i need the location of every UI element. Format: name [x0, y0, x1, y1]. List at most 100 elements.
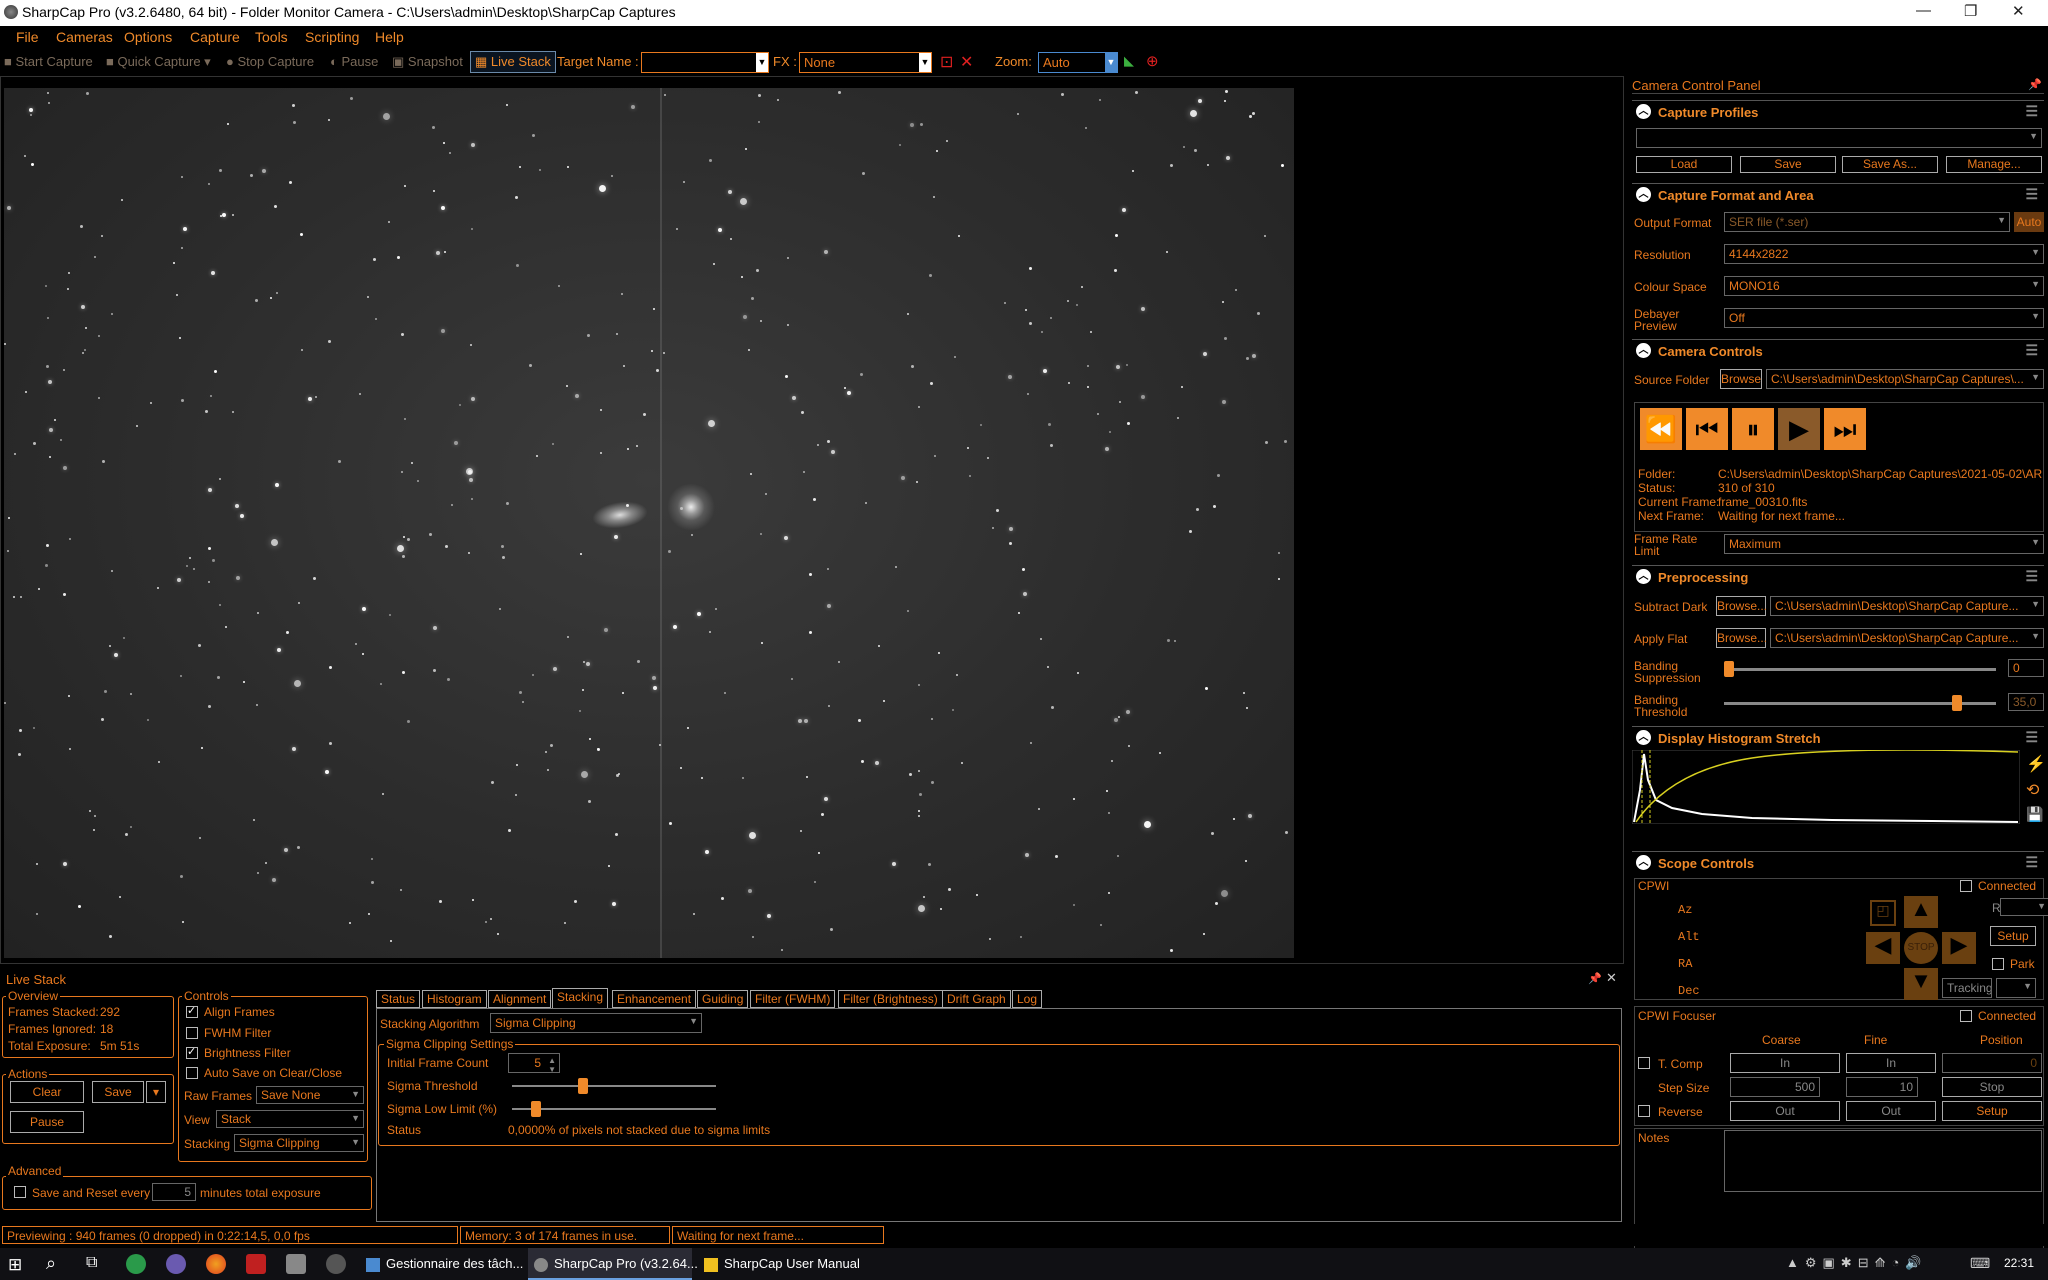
- rate-select[interactable]: ▼: [2000, 898, 2048, 916]
- fx-select[interactable]: None ▼: [799, 52, 932, 73]
- save-reset-checkbox[interactable]: [14, 1186, 26, 1198]
- collapse-icon[interactable]: ︿: [1636, 730, 1651, 745]
- menu-cameras[interactable]: Cameras: [56, 29, 113, 45]
- fine-in-button[interactable]: In: [1846, 1053, 1936, 1073]
- task-view-icon[interactable]: ⧉: [86, 1254, 97, 1272]
- pin-icon[interactable]: 📌: [2028, 78, 2042, 91]
- pin-icon[interactable]: 📌: [1588, 972, 1602, 985]
- browse-source-button[interactable]: Browse: [1720, 369, 1762, 389]
- coarse-in-button[interactable]: In: [1730, 1053, 1840, 1073]
- snapshot-button[interactable]: ▣ Snapshot: [392, 54, 463, 70]
- clear-stack-button[interactable]: Clear: [10, 1081, 84, 1103]
- fine-step-input[interactable]: 10: [1846, 1077, 1918, 1097]
- tab-filter-brightness[interactable]: Filter (Brightness): [838, 990, 943, 1008]
- collapse-icon[interactable]: ︿: [1636, 187, 1651, 202]
- sigma-threshold-slider[interactable]: [512, 1085, 716, 1087]
- clock[interactable]: 22:31: [2004, 1256, 2034, 1270]
- fwhm-filter-checkbox[interactable]: [186, 1027, 198, 1039]
- flat-file-select[interactable]: C:\Users\admin\Desktop\SharpCap Capture.…: [1770, 628, 2044, 648]
- menu-icon[interactable]: ☰: [2025, 568, 2038, 585]
- minimize-button[interactable]: —: [1916, 2, 1931, 19]
- arrow-left-icon[interactable]: ◀: [1866, 932, 1900, 964]
- cancel-overlay-icon[interactable]: ✕: [960, 52, 973, 72]
- focuser-connected-checkbox[interactable]: [1960, 1010, 1972, 1022]
- previous-frame-button[interactable]: ⏮: [1686, 408, 1728, 450]
- banding-suppression-thumb[interactable]: [1724, 661, 1734, 677]
- load-profile-button[interactable]: Load: [1636, 156, 1732, 173]
- raw-frames-select[interactable]: Save None ▼: [256, 1086, 364, 1104]
- t-comp-checkbox[interactable]: [1638, 1057, 1650, 1069]
- save-stack-button[interactable]: Save: [92, 1081, 144, 1103]
- dark-file-select[interactable]: C:\Users\admin\Desktop\SharpCap Capture.…: [1770, 596, 2044, 616]
- reverse-checkbox[interactable]: [1638, 1105, 1650, 1117]
- tab-status[interactable]: Status: [376, 990, 421, 1008]
- banding-suppression-value[interactable]: 0: [2008, 659, 2044, 677]
- align-frames-checkbox[interactable]: [186, 1004, 198, 1018]
- taskbar-manual[interactable]: SharpCap User Manual: [698, 1248, 862, 1280]
- sigma-low-slider[interactable]: [512, 1108, 716, 1110]
- histogram-icon[interactable]: ◣: [1124, 53, 1134, 69]
- arrow-right-icon[interactable]: ▶: [1942, 932, 1976, 964]
- arrow-down-icon[interactable]: ▼: [1904, 968, 1938, 1000]
- profile-select[interactable]: ▼: [1636, 128, 2042, 148]
- menu-help[interactable]: Help: [375, 29, 404, 45]
- tab-drift-graph[interactable]: Drift Graph: [942, 990, 1011, 1008]
- collapse-icon[interactable]: ︿: [1636, 343, 1651, 358]
- output-format-select[interactable]: SER file (*.ser) ▼: [1724, 212, 2010, 232]
- keyboard-icon[interactable]: ⌨: [1970, 1255, 1990, 1272]
- save-options-dropdown[interactable]: ▾: [146, 1081, 166, 1103]
- brightness-filter-checkbox[interactable]: [186, 1045, 198, 1059]
- zoom-tool-icon[interactable]: ⊕: [1146, 52, 1159, 70]
- zoom-select[interactable]: Auto ▼: [1038, 52, 1118, 73]
- maximize-button[interactable]: ❐: [1964, 2, 1977, 20]
- stacking-algorithm-select[interactable]: Sigma Clipping ▼: [490, 1013, 702, 1033]
- search-icon[interactable]: ⌕: [46, 1253, 56, 1274]
- taskbar-task-manager[interactable]: Gestionnaire des tâch...: [360, 1248, 524, 1280]
- auto-stretch-icon[interactable]: ⚡: [2026, 754, 2046, 774]
- close-live-stack-icon[interactable]: ✕: [1606, 970, 1617, 986]
- fine-out-button[interactable]: Out: [1846, 1101, 1936, 1121]
- menu-icon[interactable]: ☰: [2025, 854, 2038, 871]
- camera-controls-header[interactable]: ︿ Camera Controls ☰: [1632, 339, 2044, 363]
- arrow-up-icon[interactable]: ▲: [1904, 896, 1938, 928]
- spiral-search-icon[interactable]: ◰: [1870, 900, 1896, 926]
- app-red-icon[interactable]: [246, 1254, 266, 1274]
- frame-rate-select[interactable]: Maximum ▼: [1724, 534, 2044, 554]
- tab-stacking[interactable]: Stacking: [552, 988, 609, 1008]
- manage-profiles-button[interactable]: Manage...: [1946, 156, 2042, 173]
- tracking-mode-select[interactable]: ▼: [1996, 978, 2036, 998]
- auto-save-checkbox[interactable]: [186, 1067, 198, 1079]
- start-capture-button[interactable]: ■ Start Capture: [4, 54, 93, 69]
- quick-capture-button[interactable]: ■ Quick Capture ▾: [106, 54, 211, 70]
- live-stack-button[interactable]: ▦ Live Stack: [470, 51, 556, 73]
- crosshair-icon[interactable]: ⊡: [940, 52, 953, 72]
- stacking-select[interactable]: Sigma Clipping ▼: [234, 1134, 364, 1152]
- tab-log[interactable]: Log: [1012, 990, 1043, 1008]
- target-name-input[interactable]: ▼: [641, 52, 769, 73]
- park-checkbox[interactable]: [1992, 958, 2004, 970]
- banding-threshold-value[interactable]: 35,0: [2008, 693, 2044, 711]
- focuser-stop-button[interactable]: Stop: [1942, 1077, 2042, 1097]
- app-pen-icon[interactable]: [286, 1254, 306, 1274]
- collapse-icon[interactable]: ︿: [1636, 569, 1651, 584]
- histogram-header[interactable]: ︿ Display Histogram Stretch ☰: [1632, 726, 2044, 750]
- histogram-graph[interactable]: [1632, 750, 2020, 824]
- tab-guiding[interactable]: Guiding: [697, 990, 749, 1008]
- auto-format-button[interactable]: Auto: [2014, 212, 2044, 232]
- settings-gear-icon[interactable]: [326, 1254, 346, 1274]
- menu-icon[interactable]: ☰: [2025, 186, 2038, 203]
- mount-connected-checkbox[interactable]: [1960, 880, 1972, 892]
- firefox-icon[interactable]: [206, 1254, 226, 1274]
- view-select[interactable]: Stack ▼: [216, 1110, 364, 1128]
- menu-tools[interactable]: Tools: [255, 29, 288, 45]
- collapse-icon[interactable]: ︿: [1636, 855, 1651, 870]
- last-frame-button[interactable]: ⏭: [1824, 408, 1866, 450]
- menu-icon[interactable]: ☰: [2025, 103, 2038, 120]
- pause-stack-button[interactable]: Pause: [10, 1111, 84, 1133]
- scope-controls-header[interactable]: ︿ Scope Controls ☰: [1632, 851, 2044, 875]
- tab-alignment[interactable]: Alignment: [488, 990, 552, 1008]
- save-as-profile-button[interactable]: Save As...: [1842, 156, 1938, 173]
- save-stretch-icon[interactable]: 💾: [2026, 806, 2043, 823]
- app-purple-icon[interactable]: [166, 1254, 186, 1274]
- capture-profiles-header[interactable]: ︿ Capture Profiles ☰: [1632, 100, 2044, 124]
